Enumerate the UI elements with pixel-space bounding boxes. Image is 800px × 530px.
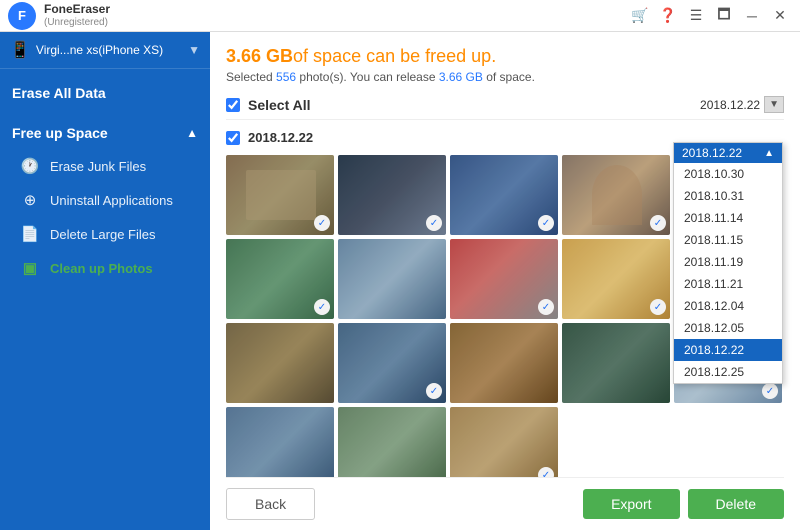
photo-count: 556	[276, 70, 296, 84]
photo-check-8: ✓	[538, 299, 554, 315]
select-all-checkbox[interactable]	[226, 98, 240, 112]
photo-thumb[interactable]: ✓	[450, 155, 558, 235]
photos-icon: ▣	[20, 259, 40, 277]
sidebar-item-large-files[interactable]: 📄 Delete Large Files	[0, 217, 210, 251]
date-filter-label: 2018.12.22	[700, 98, 760, 112]
photo-thumb[interactable]	[562, 323, 670, 403]
dropdown-item-4[interactable]: 2018.11.19	[674, 251, 782, 273]
chevron-down-icon: ▼	[188, 43, 200, 57]
dropdown-scroll-indicator: ▲	[764, 148, 774, 159]
select-all-bar: Select All 2018.12.22 ▼	[226, 90, 784, 120]
subtitle-size: 3.66 GB	[439, 70, 483, 84]
sidebar-item-erase-all[interactable]: Erase All Data	[0, 77, 210, 109]
content-area: 3.66 GBof space can be freed up. Selecte…	[210, 32, 800, 530]
dropdown-header-label: 2018.12.22	[682, 146, 764, 160]
sidebar-item-photos[interactable]: ▣ Clean up Photos	[0, 251, 210, 285]
dropdown-item-0[interactable]: 2018.10.30	[674, 163, 782, 185]
sidebar-group-label: Free up Space	[12, 125, 108, 141]
app-logo: F	[8, 2, 36, 30]
photo-check-15: ✓	[762, 383, 778, 399]
bottom-bar: Back Export Delete	[226, 477, 784, 530]
photo-thumb[interactable]: ✓	[450, 239, 558, 319]
dropdown-item-8[interactable]: 2018.12.22	[674, 339, 782, 361]
device-name: Virgi...ne xs(iPhone XS)	[36, 43, 182, 57]
help-icon-button[interactable]: ❓	[656, 4, 680, 28]
photo-thumb[interactable]: ✓	[562, 239, 670, 319]
photo-thumb[interactable]: ✓	[450, 407, 558, 477]
sidebar-item-junk-label: Erase Junk Files	[50, 159, 146, 174]
file-icon: 📄	[20, 225, 40, 243]
photo-thumb[interactable]	[338, 239, 446, 319]
date-label: 2018.12.22	[248, 130, 313, 145]
dropdown-item-3[interactable]: 2018.11.15	[674, 229, 782, 251]
title-bar-controls: 🛒 ❓ ☰ 🗖 ─ ✕	[628, 4, 792, 28]
date-dropdown[interactable]: 2018.12.22 ▲ 2018.10.30 2018.10.31 2018.…	[673, 142, 783, 384]
sidebar-item-large-files-label: Delete Large Files	[50, 227, 156, 242]
restore-icon-button[interactable]: 🗖	[712, 4, 736, 28]
dropdown-item-9[interactable]: 2018.12.25	[674, 361, 782, 383]
menu-icon-button[interactable]: ☰	[684, 4, 708, 28]
chevron-up-icon: ▲	[186, 126, 198, 140]
photo-thumb[interactable]	[338, 407, 446, 477]
date-group-checkbox[interactable]	[226, 131, 240, 145]
export-button[interactable]: Export	[583, 489, 679, 519]
title-bar: F FoneEraser (Unregistered) 🛒 ❓ ☰ 🗖 ─ ✕	[0, 0, 800, 32]
subtitle-prefix: Selected	[226, 70, 276, 84]
photo-check-1: ✓	[314, 215, 330, 231]
photo-check-3: ✓	[538, 215, 554, 231]
minimize-icon-button[interactable]: ─	[740, 4, 764, 28]
content-header: 3.66 GBof space can be freed up. Selecte…	[226, 46, 784, 84]
photo-check-12: ✓	[426, 383, 442, 399]
subtitle-suffix: of space.	[483, 70, 535, 84]
dropdown-item-6[interactable]: 2018.12.04	[674, 295, 782, 317]
app-title: FoneEraser (Unregistered)	[44, 2, 110, 28]
photo-thumb[interactable]	[226, 323, 334, 403]
select-all-label[interactable]: Select All	[248, 97, 311, 113]
delete-button[interactable]: Delete	[688, 489, 784, 519]
sidebar-group-free-space: Free up Space ▲ 🕐 Erase Junk Files ⊕ Uni…	[0, 117, 210, 285]
dropdown-item-7[interactable]: 2018.12.05	[674, 317, 782, 339]
dropdown-item-1[interactable]: 2018.10.31	[674, 185, 782, 207]
sidebar-section-main: Erase All Data	[0, 69, 210, 117]
content-subtitle: Selected 556 photo(s). You can release 3…	[226, 70, 784, 84]
photo-check-9: ✓	[650, 299, 666, 315]
sidebar-item-apps-label: Uninstall Applications	[50, 193, 173, 208]
title-bar-left: F FoneEraser (Unregistered)	[8, 2, 110, 30]
title-suffix: of space can be freed up.	[293, 46, 496, 66]
photo-thumb[interactable]: ✓	[562, 155, 670, 235]
bottom-right-buttons: Export Delete	[583, 489, 784, 519]
sidebar-group-header[interactable]: Free up Space ▲	[0, 117, 210, 149]
back-button[interactable]: Back	[226, 488, 315, 520]
apps-icon: ⊕	[20, 191, 40, 209]
subtitle-mid: photo(s). You can release	[296, 70, 439, 84]
close-icon-button[interactable]: ✕	[768, 4, 792, 28]
photo-check-2: ✓	[426, 215, 442, 231]
photo-thumb[interactable]: ✓	[338, 155, 446, 235]
photo-check-4: ✓	[650, 215, 666, 231]
photo-check-18: ✓	[538, 467, 554, 477]
photo-thumb[interactable]	[226, 407, 334, 477]
clock-icon: 🕐	[20, 157, 40, 175]
device-selector[interactable]: 📱 Virgi...ne xs(iPhone XS) ▼	[0, 32, 210, 69]
photo-thumb[interactable]: ✓	[226, 155, 334, 235]
photo-thumb[interactable]: ✓	[338, 323, 446, 403]
sidebar: 📱 Virgi...ne xs(iPhone XS) ▼ Erase All D…	[0, 32, 210, 530]
photo-check-6: ✓	[314, 299, 330, 315]
photo-thumb[interactable]: ✓	[226, 239, 334, 319]
content-title: 3.66 GBof space can be freed up.	[226, 46, 784, 67]
sidebar-item-junk[interactable]: 🕐 Erase Junk Files	[0, 149, 210, 183]
date-dropdown-button[interactable]: ▼	[764, 96, 784, 113]
dropdown-item-5[interactable]: 2018.11.21	[674, 273, 782, 295]
sidebar-item-apps[interactable]: ⊕ Uninstall Applications	[0, 183, 210, 217]
dropdown-item-2[interactable]: 2018.11.14	[674, 207, 782, 229]
space-size: 3.66 GB	[226, 46, 293, 66]
cart-icon-button[interactable]: 🛒	[628, 4, 652, 28]
main-layout: 📱 Virgi...ne xs(iPhone XS) ▼ Erase All D…	[0, 32, 800, 530]
device-icon: 📱	[10, 40, 30, 60]
sidebar-item-photos-label: Clean up Photos	[50, 261, 153, 276]
photo-thumb[interactable]	[450, 323, 558, 403]
